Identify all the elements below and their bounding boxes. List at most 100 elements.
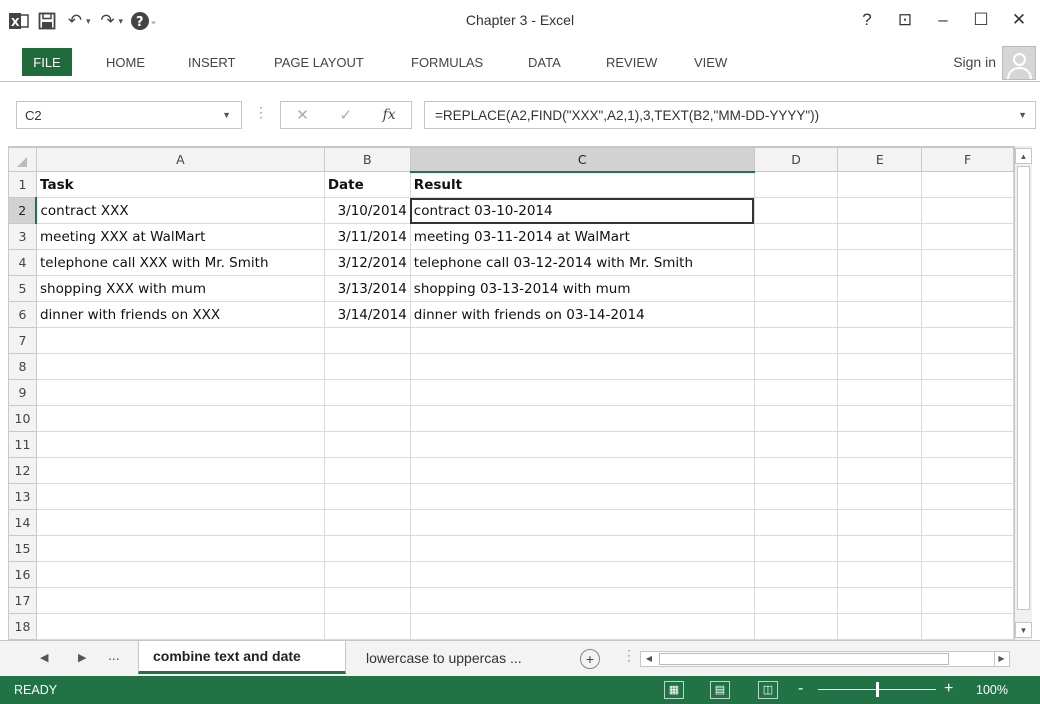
cell-a6[interactable]: dinner with friends on XXX <box>35 301 325 328</box>
cell-d17[interactable] <box>753 587 839 614</box>
cell-f4[interactable] <box>921 249 1014 276</box>
cell-b8[interactable] <box>323 353 411 380</box>
cell-a11[interactable] <box>35 431 325 458</box>
column-header-c[interactable]: C <box>409 147 755 173</box>
cell-a10[interactable] <box>35 405 325 432</box>
scroll-down-icon[interactable]: ▼ <box>1015 622 1032 638</box>
cell-d14[interactable] <box>753 509 839 536</box>
cell-f2[interactable] <box>921 197 1014 224</box>
row-header[interactable]: 3 <box>8 223 37 250</box>
cell-c14[interactable] <box>409 509 755 536</box>
tab-data[interactable]: DATA <box>528 50 561 74</box>
cell-d5[interactable] <box>753 275 839 302</box>
cell-e1[interactable] <box>837 171 923 198</box>
horizontal-scrollbar[interactable]: ◀ ▶ <box>640 651 1010 667</box>
cell-d7[interactable] <box>753 327 839 354</box>
cell-c15[interactable] <box>409 535 755 562</box>
cell-b1[interactable]: Date <box>323 171 411 198</box>
cell-f16[interactable] <box>921 561 1014 588</box>
vertical-scroll-thumb[interactable] <box>1017 166 1030 610</box>
cell-e11[interactable] <box>837 431 923 458</box>
cell-d15[interactable] <box>753 535 839 562</box>
sheet-tab-combine-text-and-date[interactable]: combine text and date <box>138 641 346 674</box>
cell-a12[interactable] <box>35 457 325 484</box>
redo-icon[interactable]: ↷ <box>97 10 119 32</box>
undo-icon[interactable]: ↶ <box>64 10 86 32</box>
cell-d16[interactable] <box>753 561 839 588</box>
row-header[interactable]: 16 <box>8 561 37 588</box>
cell-f13[interactable] <box>921 483 1014 510</box>
cell-b3[interactable]: 3/11/2014 <box>323 223 411 250</box>
formula-bar-grip-icon[interactable]: ⋮ <box>254 104 268 121</box>
column-header-f[interactable]: F <box>921 147 1014 172</box>
cell-e10[interactable] <box>837 405 923 432</box>
cell-d4[interactable] <box>753 249 839 276</box>
cell-e5[interactable] <box>837 275 923 302</box>
cell-c17[interactable] <box>409 587 755 614</box>
cell-a13[interactable] <box>35 483 325 510</box>
cell-e2[interactable] <box>837 197 923 224</box>
cell-c16[interactable] <box>409 561 755 588</box>
expand-formula-bar-icon[interactable]: ▼ <box>1018 110 1027 120</box>
scroll-left-icon[interactable]: ◀ <box>642 652 656 666</box>
cell-b15[interactable] <box>323 535 411 562</box>
cell-d3[interactable] <box>753 223 839 250</box>
minimize-button[interactable]: – <box>928 8 958 32</box>
cell-a5[interactable]: shopping XXX with mum <box>35 275 325 302</box>
tab-review[interactable]: REVIEW <box>606 50 657 74</box>
cell-b5[interactable]: 3/13/2014 <box>323 275 411 302</box>
cell-c8[interactable] <box>409 353 755 380</box>
cell-f17[interactable] <box>921 587 1014 614</box>
cell-a14[interactable] <box>35 509 325 536</box>
cell-c10[interactable] <box>409 405 755 432</box>
cell-e7[interactable] <box>837 327 923 354</box>
cell-f11[interactable] <box>921 431 1014 458</box>
cell-e12[interactable] <box>837 457 923 484</box>
cell-e18[interactable] <box>837 613 923 640</box>
scroll-up-icon[interactable]: ▲ <box>1015 148 1032 164</box>
cell-f1[interactable] <box>921 171 1014 198</box>
sign-in-link[interactable]: Sign in <box>953 54 996 70</box>
cell-e16[interactable] <box>837 561 923 588</box>
cell-b13[interactable] <box>323 483 411 510</box>
row-header[interactable]: 10 <box>8 405 37 432</box>
cell-c18[interactable] <box>409 613 755 640</box>
row-header[interactable]: 15 <box>8 535 37 562</box>
cell-a4[interactable]: telephone call XXX with Mr. Smith <box>35 249 325 276</box>
row-header[interactable]: 5 <box>8 275 37 302</box>
cell-e8[interactable] <box>837 353 923 380</box>
row-header[interactable]: 14 <box>8 509 37 536</box>
zoom-slider-handle[interactable] <box>876 682 879 697</box>
cell-f15[interactable] <box>921 535 1014 562</box>
tab-file[interactable]: FILE <box>22 48 72 76</box>
cell-c9[interactable] <box>409 379 755 406</box>
cell-d12[interactable] <box>753 457 839 484</box>
row-header[interactable]: 2 <box>8 197 38 224</box>
cell-c2[interactable]: contract 03-10-2014 <box>409 197 755 224</box>
cell-f3[interactable] <box>921 223 1014 250</box>
sheet-tab-lowercase-to-uppercase[interactable]: lowercase to uppercas ... <box>352 641 536 674</box>
add-sheet-button[interactable]: + <box>580 649 600 669</box>
cell-f14[interactable] <box>921 509 1014 536</box>
column-header-a[interactable]: A <box>35 147 325 172</box>
cell-c1[interactable]: Result <box>409 171 755 198</box>
cell-b7[interactable] <box>323 327 411 354</box>
cell-b2[interactable]: 3/10/2014 <box>323 197 411 224</box>
cell-e6[interactable] <box>837 301 923 328</box>
cell-b12[interactable] <box>323 457 411 484</box>
cell-b4[interactable]: 3/12/2014 <box>323 249 411 276</box>
row-header[interactable]: 7 <box>8 327 37 354</box>
cell-a15[interactable] <box>35 535 325 562</box>
row-header[interactable]: 1 <box>8 171 37 198</box>
cell-c3[interactable]: meeting 03-11-2014 at WalMart <box>409 223 755 250</box>
cell-c5[interactable]: shopping 03-13-2014 with mum <box>409 275 755 302</box>
close-button[interactable]: ✕ <box>1004 8 1034 32</box>
tab-view[interactable]: VIEW <box>694 50 727 74</box>
cell-f10[interactable] <box>921 405 1014 432</box>
tab-formulas[interactable]: FORMULAS <box>411 50 483 74</box>
next-sheet-icon[interactable]: ▶ <box>78 651 86 664</box>
help-button[interactable]: ? <box>852 8 882 32</box>
redo-dropdown-icon[interactable]: ▾ <box>119 16 124 27</box>
name-box[interactable]: C2 ▼ <box>16 101 242 129</box>
cell-c11[interactable] <box>409 431 755 458</box>
